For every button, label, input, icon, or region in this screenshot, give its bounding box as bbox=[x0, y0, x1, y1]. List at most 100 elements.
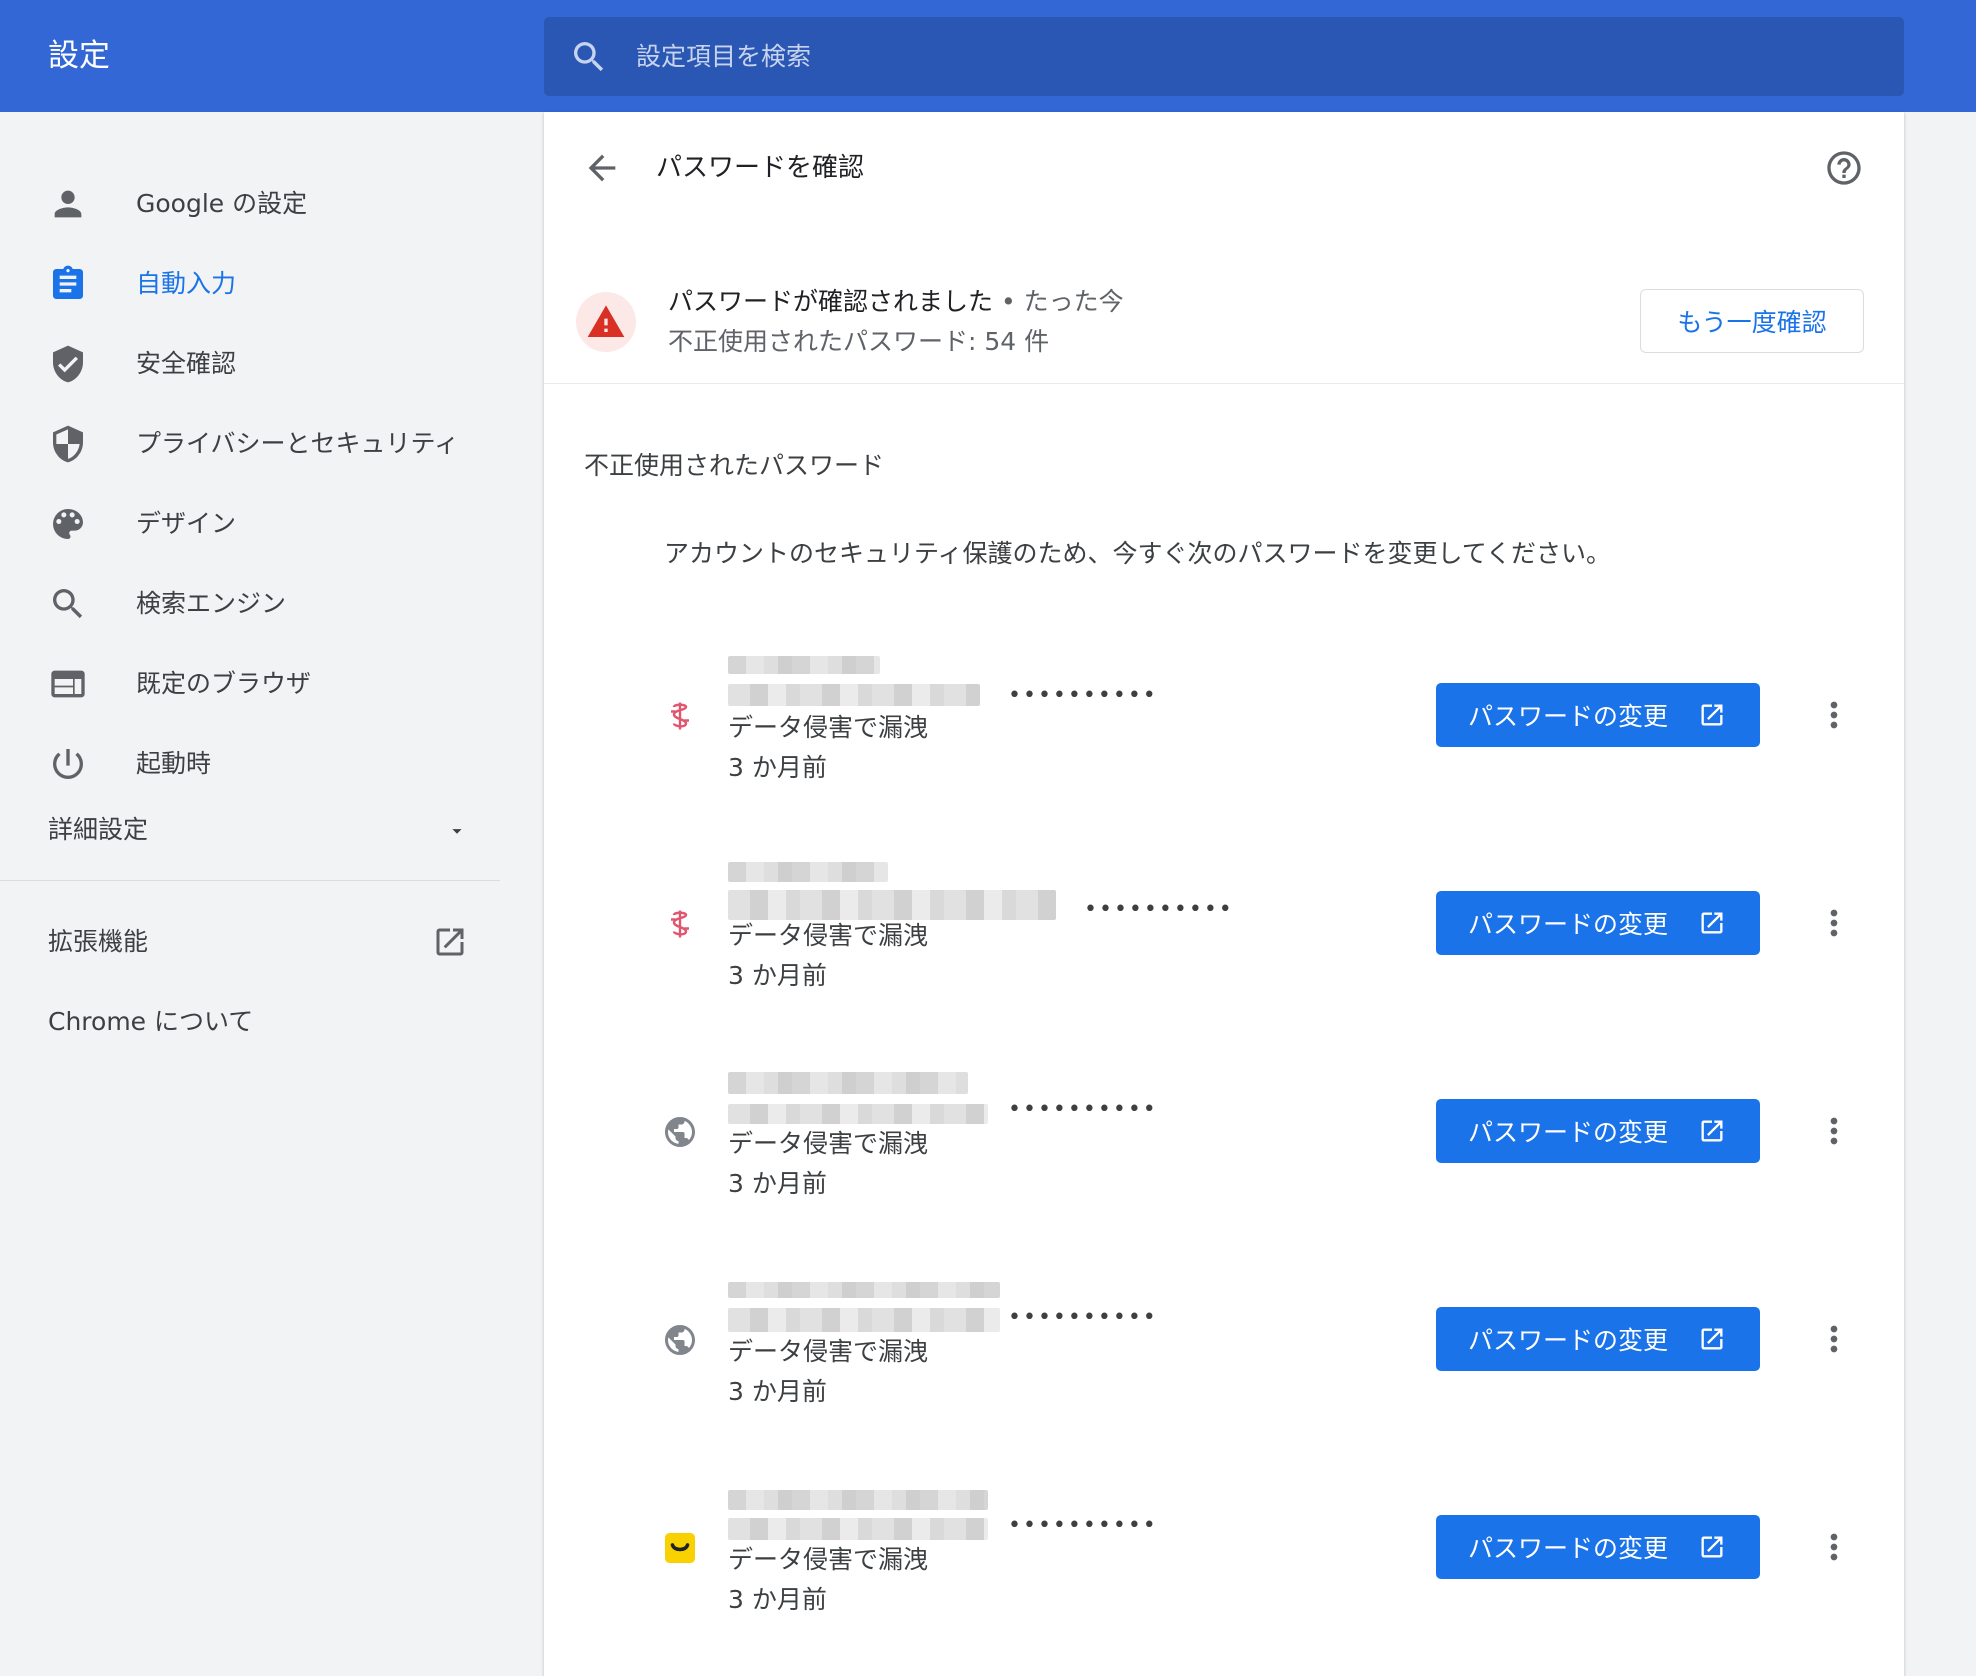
section-title: 不正使用されたパスワード bbox=[584, 451, 885, 480]
password-row: •••••••••• データ侵害で漏洩 3 か月前 パスワードの変更 bbox=[544, 1464, 1904, 1672]
sidebar-item-safety-check[interactable]: 安全確認 bbox=[0, 328, 520, 400]
masked-password: •••••••••• bbox=[1008, 1097, 1158, 1122]
sidebar-item-extensions[interactable]: 拡張機能 bbox=[48, 912, 468, 972]
sidebar-item-label: デザイン bbox=[136, 509, 237, 538]
open-in-new-icon bbox=[1701, 1120, 1723, 1142]
status-headline-text: パスワードが確認されました bbox=[668, 287, 994, 316]
app-header: 設定 bbox=[0, 0, 1976, 112]
more-vert-icon[interactable] bbox=[1814, 695, 1854, 735]
change-password-label: パスワードの変更 bbox=[1468, 910, 1669, 939]
shield-half-icon bbox=[53, 425, 83, 463]
sidebar-item-search-engine[interactable]: 検索エンジン bbox=[0, 568, 520, 640]
change-password-button[interactable]: パスワードの変更 bbox=[1436, 891, 1760, 955]
status-time: • たった今 bbox=[993, 287, 1124, 316]
person-icon bbox=[54, 190, 82, 218]
leak-status: データ侵害で漏洩 bbox=[728, 1337, 929, 1366]
sidebar-item-label: Google の設定 bbox=[136, 189, 308, 218]
masked-site-name bbox=[728, 1282, 1000, 1298]
masked-password: •••••••••• bbox=[1008, 1513, 1158, 1538]
search-box[interactable] bbox=[544, 17, 1904, 96]
masked-username bbox=[728, 1104, 988, 1124]
status-headline: パスワードが確認されました • たった今 bbox=[668, 282, 1124, 322]
leak-status: データ侵害で漏洩 bbox=[728, 1545, 929, 1574]
password-row: •••••••••• データ侵害で漏洩 3 か月前 パスワードの変更 bbox=[544, 840, 1904, 1048]
masked-site-name bbox=[728, 656, 880, 674]
sidebar-item-label: 検索エンジン bbox=[136, 589, 287, 618]
sidebar-item-label: 既定のブラウザ bbox=[136, 669, 312, 698]
leak-time: 3 か月前 bbox=[728, 1377, 827, 1406]
change-password-label: パスワードの変更 bbox=[1468, 1534, 1669, 1563]
leak-time: 3 か月前 bbox=[728, 1585, 827, 1614]
masked-site-name bbox=[728, 1072, 968, 1094]
leak-time: 3 か月前 bbox=[728, 753, 827, 782]
password-row: •••••••••• データ侵害で漏洩 3 か月前 パスワードの変更 bbox=[544, 1256, 1904, 1464]
caret-down-icon bbox=[452, 829, 462, 834]
browser-window-icon bbox=[51, 670, 85, 698]
advanced-settings-label: 詳細設定 bbox=[48, 815, 149, 844]
sidebar-divider bbox=[0, 880, 500, 881]
sidebar-item-appearance[interactable]: デザイン bbox=[0, 488, 520, 560]
sidebar-item-label: 安全確認 bbox=[136, 349, 237, 378]
open-in-new-icon bbox=[436, 928, 464, 956]
clipboard-icon bbox=[53, 265, 83, 299]
sidebar: Google の設定 自動入力 安全確認 プライバシーとセキュリティ デザイン … bbox=[0, 112, 520, 1676]
change-password-label: パスワードの変更 bbox=[1468, 1118, 1669, 1147]
change-password-button[interactable]: パスワードの変更 bbox=[1436, 1307, 1760, 1371]
open-in-new-icon bbox=[1701, 912, 1723, 934]
sidebar-item-label: 自動入力 bbox=[136, 269, 237, 298]
more-vert-icon[interactable] bbox=[1814, 1527, 1854, 1567]
help-icon[interactable] bbox=[1824, 148, 1864, 188]
page-title: パスワードを確認 bbox=[656, 153, 865, 183]
power-icon bbox=[52, 749, 83, 779]
masked-username bbox=[728, 684, 980, 706]
back-arrow-icon[interactable] bbox=[582, 148, 622, 188]
sidebar-item-label: プライバシーとセキュリティ bbox=[136, 429, 460, 458]
leak-time: 3 か月前 bbox=[728, 961, 827, 990]
sidebar-item-google[interactable]: Google の設定 bbox=[0, 168, 520, 240]
search-icon bbox=[574, 42, 604, 72]
more-vert-icon[interactable] bbox=[1814, 1319, 1854, 1359]
masked-username bbox=[728, 1518, 988, 1540]
compromised-count: 不正使用されたパスワード: 54 件 bbox=[668, 327, 1050, 356]
more-vert-icon[interactable] bbox=[1814, 903, 1854, 943]
globe-icon bbox=[665, 1117, 695, 1147]
masked-username bbox=[728, 1308, 1000, 1332]
masked-site-name bbox=[728, 862, 888, 882]
change-password-button[interactable]: パスワードの変更 bbox=[1436, 1099, 1760, 1163]
leak-time: 3 か月前 bbox=[728, 1169, 827, 1198]
sidebar-item-about-chrome[interactable]: Chrome について bbox=[48, 992, 253, 1052]
search-input[interactable] bbox=[636, 17, 1876, 96]
change-password-label: パスワードの変更 bbox=[1468, 702, 1669, 731]
leak-status: データ侵害で漏洩 bbox=[728, 713, 929, 742]
masked-password: •••••••••• bbox=[1008, 1305, 1158, 1330]
check-passwords-card: パスワードを確認 パスワードが確認されました • たった今 不正使用されたパスワ… bbox=[544, 112, 1904, 1676]
open-in-new-icon bbox=[1701, 1328, 1723, 1350]
sidebar-item-label: 起動時 bbox=[136, 749, 212, 778]
password-row: •••••••••• データ侵害で漏洩 3 か月前 パスワードの変更 bbox=[544, 632, 1904, 840]
yellow-smile-icon bbox=[665, 1533, 695, 1563]
search-icon bbox=[53, 589, 83, 619]
palette-icon bbox=[53, 509, 83, 539]
sidebar-item-on-startup[interactable]: 起動時 bbox=[0, 728, 520, 800]
globe-icon bbox=[665, 1325, 695, 1355]
shield-check-icon bbox=[53, 345, 83, 383]
extensions-label: 拡張機能 bbox=[48, 927, 149, 956]
password-row: •••••••••• データ侵害で漏洩 3 か月前 パスワードの変更 bbox=[544, 1048, 1904, 1256]
warning-icon bbox=[587, 305, 625, 337]
change-password-button[interactable]: パスワードの変更 bbox=[1436, 683, 1760, 747]
open-in-new-icon bbox=[1701, 704, 1723, 726]
sidebar-item-autofill[interactable]: 自動入力 bbox=[0, 248, 520, 320]
pink-site-icon bbox=[671, 910, 689, 938]
page-header-title: 設定 bbox=[48, 38, 110, 74]
masked-password: •••••••••• bbox=[1084, 897, 1234, 922]
advanced-settings-toggle[interactable]: 詳細設定 bbox=[48, 802, 468, 858]
more-vert-icon[interactable] bbox=[1814, 1111, 1854, 1151]
sidebar-item-default-browser[interactable]: 既定のブラウザ bbox=[0, 648, 520, 720]
change-password-button[interactable]: パスワードの変更 bbox=[1436, 1515, 1760, 1579]
warning-badge bbox=[576, 292, 636, 352]
masked-password: •••••••••• bbox=[1008, 683, 1158, 708]
masked-site-name bbox=[728, 1490, 988, 1510]
recheck-button[interactable]: もう一度確認 bbox=[1640, 289, 1864, 353]
section-description: アカウントのセキュリティ保護のため、今すぐ次のパスワードを変更してください。 bbox=[664, 539, 1612, 568]
sidebar-item-privacy[interactable]: プライバシーとセキュリティ bbox=[0, 408, 520, 480]
